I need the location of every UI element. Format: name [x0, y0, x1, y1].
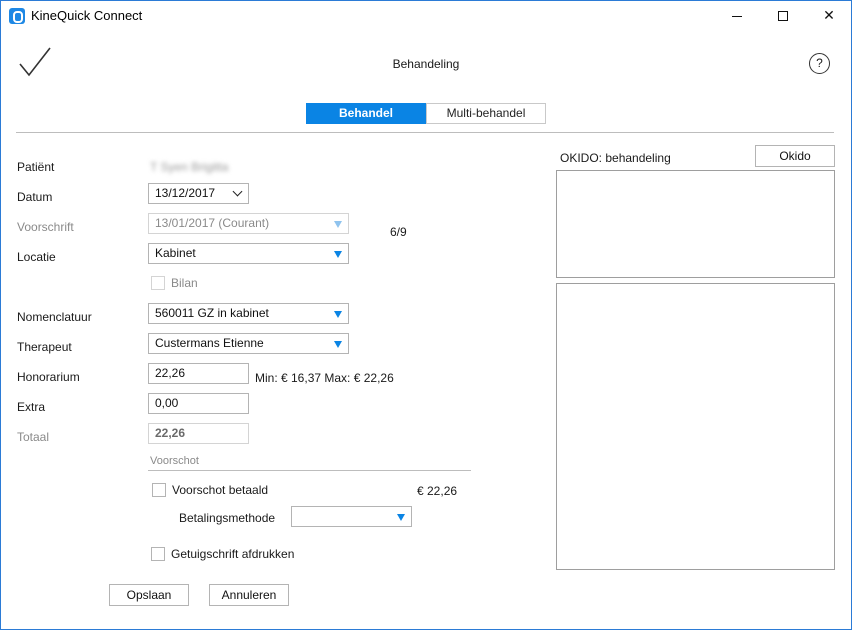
nomenclatuur-select[interactable]: 560011 GZ in kabinet [148, 303, 349, 324]
betalingsmethode-label: Betalingsmethode [179, 511, 276, 525]
voorschot-divider [148, 470, 471, 471]
header-divider [16, 132, 834, 133]
dropdown-arrow-icon [334, 251, 342, 258]
title-bar: KineQuick Connect ✕ [0, 0, 852, 31]
nomenclatuur-label: Nomenclatuur [17, 310, 92, 324]
therapeut-label: Therapeut [17, 340, 72, 354]
patient-name: T Syen Brigitta [150, 160, 229, 174]
window-title: KineQuick Connect [31, 8, 143, 23]
minimize-button[interactable] [714, 0, 760, 31]
dropdown-arrow-icon [334, 311, 342, 318]
bilan-label: Bilan [171, 276, 198, 290]
voorschrift-value: 13/01/2017 (Courant) [155, 216, 270, 230]
page-title: Behandeling [392, 57, 460, 71]
voorschot-amount: € 22,26 [417, 484, 458, 498]
close-button[interactable]: ✕ [806, 0, 852, 31]
dropdown-arrow-icon [334, 341, 342, 348]
tab-multi-behandel[interactable]: Multi-behandel [426, 103, 546, 124]
therapeut-value: Custermans Etienne [155, 336, 264, 350]
patient-label: Patiënt [17, 160, 55, 174]
help-icon[interactable]: ? [809, 53, 830, 74]
honorarium-input[interactable]: 22,26 [148, 363, 249, 384]
extra-input[interactable]: 0,00 [148, 393, 249, 414]
datum-value: 13/12/2017 [155, 186, 216, 200]
voorschot-betaald-label: Voorschot betaald [172, 483, 269, 497]
voorschrift-count: 6/9 [390, 225, 407, 239]
maximize-icon [778, 11, 788, 22]
locatie-select[interactable]: Kabinet [148, 243, 349, 264]
getuigschrift-checkbox[interactable] [151, 547, 165, 561]
okido-title: OKIDO: behandeling [560, 151, 671, 165]
locatie-value: Kabinet [155, 246, 196, 260]
honorarium-range: Min: € 16,37 Max: € 22,26 [255, 371, 394, 385]
nomenclatuur-value: 560011 GZ in kabinet [155, 306, 269, 320]
locatie-label: Locatie [17, 250, 56, 264]
app-logo-icon [9, 8, 25, 24]
totaal-value: 22,26 [148, 423, 249, 444]
maximize-button[interactable] [760, 0, 806, 31]
okido-button[interactable]: Okido [755, 145, 835, 167]
save-button[interactable]: Opslaan [109, 584, 189, 606]
extra-label: Extra [17, 400, 46, 414]
minimize-icon [732, 15, 742, 17]
totaal-label: Totaal [17, 430, 50, 444]
tab-behandel[interactable]: Behandel [306, 103, 426, 124]
datum-picker[interactable]: 13/12/2017 [148, 183, 249, 204]
honorarium-label: Honorarium [17, 370, 80, 384]
therapeut-select[interactable]: Custermans Etienne [148, 333, 349, 354]
dropdown-arrow-icon [397, 514, 405, 521]
datum-label: Datum [17, 190, 53, 204]
getuigschrift-label: Getuigschrift afdrukken [171, 547, 295, 561]
voorschrift-select: 13/01/2017 (Courant) [148, 213, 349, 234]
okido-panel-bottom [556, 283, 835, 570]
okido-panel-top [556, 170, 835, 278]
voorschot-section-title: Voorschot [150, 455, 199, 467]
cancel-button[interactable]: Annuleren [209, 584, 289, 606]
bilan-checkbox [151, 276, 165, 290]
betalingsmethode-select[interactable] [291, 506, 412, 527]
voorschot-betaald-checkbox[interactable] [152, 483, 166, 497]
voorschrift-label: Voorschrift [17, 220, 74, 234]
dropdown-arrow-icon [334, 221, 342, 228]
chevron-down-icon [232, 186, 243, 197]
